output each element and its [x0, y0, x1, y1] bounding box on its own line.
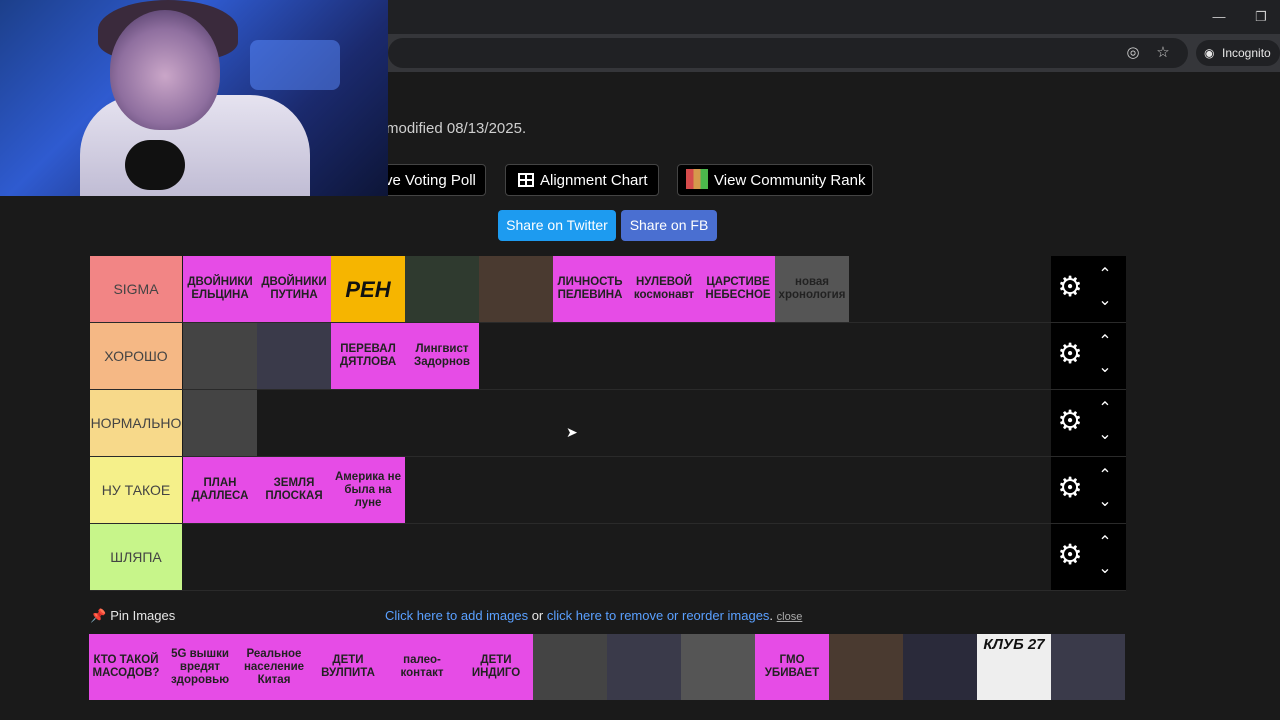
pin-images[interactable]: 📌 Pin Images: [90, 608, 175, 624]
pool-item[interactable]: ДЕТИ ИНДИГО: [459, 634, 533, 700]
share-twitter-button[interactable]: Share on Twitter: [498, 210, 616, 241]
webcam-overlay: [0, 0, 388, 196]
tier-label[interactable]: НОРМАЛЬНО: [90, 390, 182, 456]
tier-item[interactable]: ДВОЙНИКИ ПУТИНА: [257, 256, 331, 322]
alignment-chart-button[interactable]: Alignment Chart: [505, 164, 659, 196]
minimize-icon[interactable]: —: [1210, 8, 1228, 26]
tier-row: ХОРОШО ПЕРЕВАЛ ДЯТЛОВА Лингвист Задорнов ⚙ ⌃…: [90, 323, 1126, 390]
image-links: Click here to add images or click here t…: [385, 608, 802, 623]
chevron-up-icon[interactable]: ⌃: [1095, 535, 1115, 551]
incognito-badge[interactable]: ◉ Incognito: [1196, 40, 1280, 66]
tier-row: НУ ТАКОЕ ПЛАН ДАЛЛЕСА ЗЕМЛЯ ПЛОСКАЯ Америка…: [90, 457, 1126, 524]
incognito-label: Incognito: [1222, 46, 1271, 60]
alignment-chart-label: Alignment Chart: [540, 172, 648, 189]
microphone: [125, 140, 185, 190]
pool-item[interactable]: 5G вышки вредят здоровью: [163, 634, 237, 700]
community-rank-label: View Community Rank: [714, 172, 866, 189]
mouse-cursor-icon: ➤: [566, 424, 578, 440]
gear-icon[interactable]: ⚙: [1057, 273, 1083, 301]
or-text: or: [531, 608, 544, 623]
voting-poll-label: ve Voting Poll: [385, 172, 476, 189]
tier-controls: ⚙ ⌃ ⌄: [1051, 457, 1126, 523]
add-images-link[interactable]: Click here to add images: [385, 608, 528, 623]
modified-date: modified 08/13/2025.: [386, 120, 527, 137]
pool-item[interactable]: [1051, 634, 1125, 700]
pool-item[interactable]: ДЕТИ ВУЛПИТА: [311, 634, 385, 700]
close-link[interactable]: close: [777, 611, 803, 623]
eye-off-icon[interactable]: ◎: [1124, 44, 1142, 62]
tier-label[interactable]: ХОРОШО: [90, 323, 182, 389]
tier-item[interactable]: новая хронология: [775, 256, 849, 322]
pin-images-label: Pin Images: [110, 608, 176, 623]
chevron-down-icon[interactable]: ⌄: [1095, 360, 1115, 376]
tier-item[interactable]: ЦАРСТИВЕ НЕБЕСНОЕ: [701, 256, 775, 322]
gear-icon[interactable]: ⚙: [1057, 407, 1083, 435]
tier-controls: ⚙ ⌃ ⌄: [1051, 323, 1126, 389]
tier-list: SIGMA ДВОЙНИКИ ЕЛЬЦИНА ДВОЙНИКИ ПУТИНА РЕН Л…: [90, 256, 1126, 592]
pool-item[interactable]: Реальное население Китая: [237, 634, 311, 700]
tier-item[interactable]: ПЛАН ДАЛЛЕСА: [183, 457, 257, 523]
chevron-up-icon[interactable]: ⌃: [1095, 468, 1115, 484]
tier-item[interactable]: ДВОЙНИКИ ЕЛЬЦИНА: [183, 256, 257, 322]
community-rank-button[interactable]: View Community Rank: [677, 164, 873, 196]
tier-label[interactable]: НУ ТАКОЕ: [90, 457, 182, 523]
tier-item[interactable]: Америка не была на луне: [331, 457, 405, 523]
gear-icon[interactable]: ⚙: [1057, 340, 1083, 368]
chevron-down-icon[interactable]: ⌄: [1095, 494, 1115, 510]
pin-icon: 📌: [90, 608, 107, 623]
tier-controls: ⚙ ⌃ ⌄: [1051, 256, 1126, 322]
image-pool: КТО ТАКОЙ МАСОДОВ? 5G вышки вредят здоров…: [89, 634, 1126, 720]
period-text: .: [769, 608, 774, 623]
tier-item[interactable]: НУЛЕВОЙ космонавт: [627, 256, 701, 322]
gear-icon[interactable]: ⚙: [1057, 541, 1083, 569]
chevron-up-icon[interactable]: ⌃: [1095, 334, 1115, 350]
tier-controls: ⚙ ⌃ ⌄: [1051, 390, 1126, 456]
tier-item[interactable]: РЕН: [331, 256, 405, 322]
restore-icon[interactable]: ❐: [1252, 8, 1270, 26]
incognito-icon: ◉: [1204, 46, 1215, 60]
tier-item[interactable]: [405, 256, 479, 322]
tier-item[interactable]: ПЕРЕВАЛ ДЯТЛОВА: [331, 323, 405, 389]
chevron-up-icon[interactable]: ⌃: [1095, 267, 1115, 283]
tier-item[interactable]: [257, 323, 331, 389]
chevron-down-icon[interactable]: ⌄: [1095, 427, 1115, 443]
tier-item[interactable]: ЗЕМЛЯ ПЛОСКАЯ: [257, 457, 331, 523]
tier-row: ШЛЯПА ⚙ ⌃ ⌄: [90, 524, 1126, 591]
background-light: [250, 40, 340, 90]
tier-item[interactable]: [479, 256, 553, 322]
tier-item[interactable]: [183, 323, 257, 389]
pool-item[interactable]: [903, 634, 977, 700]
tier-label[interactable]: ШЛЯПА: [90, 524, 182, 590]
pool-item[interactable]: ГМО УБИВАЕТ: [755, 634, 829, 700]
address-bar[interactable]: [388, 38, 1188, 68]
pool-item[interactable]: [681, 634, 755, 700]
tier-row: SIGMA ДВОЙНИКИ ЕЛЬЦИНА ДВОЙНИКИ ПУТИНА РЕН Л…: [90, 256, 1126, 323]
chevron-up-icon[interactable]: ⌃: [1095, 401, 1115, 417]
tier-label[interactable]: SIGMA: [90, 256, 182, 322]
pool-item[interactable]: [829, 634, 903, 700]
grid-icon: [518, 173, 534, 187]
pool-item[interactable]: палео-контакт: [385, 634, 459, 700]
tier-controls: ⚙ ⌃ ⌄: [1051, 524, 1126, 590]
chevron-down-icon[interactable]: ⌄: [1095, 293, 1115, 309]
star-icon[interactable]: ☆: [1154, 44, 1172, 62]
rank-grid-icon: [686, 169, 708, 189]
chevron-down-icon[interactable]: ⌄: [1095, 561, 1115, 577]
remove-reorder-link[interactable]: click here to remove or reorder images: [547, 608, 770, 623]
tier-item[interactable]: Лингвист Задорнов: [405, 323, 479, 389]
tier-item[interactable]: [183, 390, 257, 456]
share-fb-button[interactable]: Share on FB: [621, 210, 717, 241]
gear-icon[interactable]: ⚙: [1057, 474, 1083, 502]
pool-item[interactable]: [533, 634, 607, 700]
tier-row: НОРМАЛЬНО ⚙ ⌃ ⌄: [90, 390, 1126, 457]
pool-item[interactable]: КЛУБ 27: [977, 634, 1051, 700]
person-head: [110, 10, 220, 130]
pool-item[interactable]: [607, 634, 681, 700]
pool-item[interactable]: КТО ТАКОЙ МАСОДОВ?: [89, 634, 163, 700]
tier-item[interactable]: ЛИЧНОСТЬ ПЕЛЕВИНА: [553, 256, 627, 322]
